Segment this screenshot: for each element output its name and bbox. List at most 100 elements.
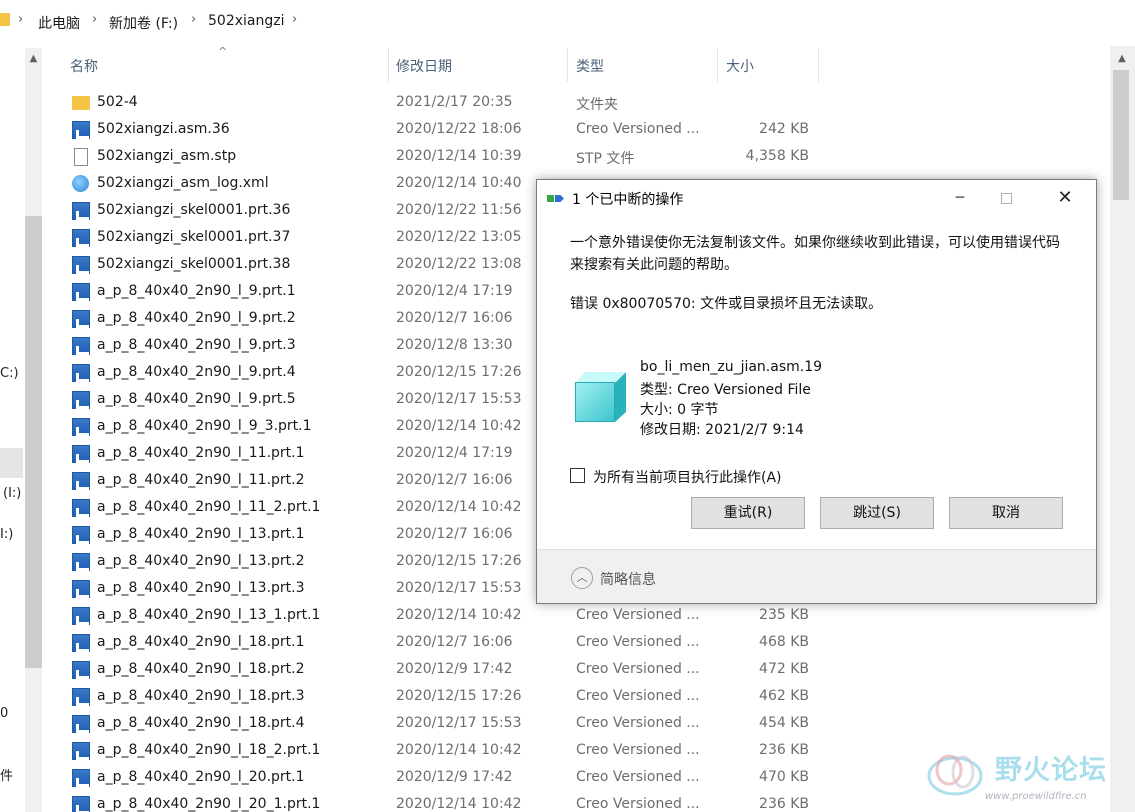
file-date: 2021/2/17 20:35	[396, 94, 513, 110]
file-size: 236 KB	[759, 796, 809, 812]
file-type: Creo Versioned ...	[576, 607, 700, 623]
file-size: 472 KB	[759, 661, 809, 677]
nav-item-drive-i[interactable]: (I:)	[3, 486, 21, 501]
apply-to-all-checkbox[interactable]	[570, 468, 585, 483]
nav-item-fragment[interactable]: 件	[0, 765, 13, 784]
file-size: 462 KB	[759, 688, 809, 704]
chevron-right-icon[interactable]: ›	[92, 12, 97, 27]
column-divider[interactable]	[388, 48, 389, 82]
minimize-button[interactable]: ─	[937, 182, 983, 214]
file-name: a_p_8_40x40_2n90_l_13.prt.3	[97, 580, 305, 596]
file-size: 4,358 KB	[745, 148, 809, 164]
column-header-date[interactable]: 修改日期	[396, 56, 452, 76]
file-date: 2020/12/7 16:06	[396, 310, 513, 326]
nav-item-drive-i-2[interactable]: I:)	[0, 527, 13, 542]
maximize-button[interactable]	[983, 182, 1029, 214]
file-row[interactable]: a_p_8_40x40_2n90_l_18.prt.1 2020/12/7 16:…	[64, 630, 824, 657]
file-date: 2020/12/14 10:42	[396, 607, 522, 623]
column-header-name[interactable]: 名称	[70, 56, 98, 76]
file-name: a_p_8_40x40_2n90_l_20_1.prt.1	[97, 796, 321, 812]
column-divider[interactable]	[717, 48, 718, 82]
column-divider[interactable]	[818, 48, 819, 82]
file-name: a_p_8_40x40_2n90_l_18.prt.4	[97, 715, 305, 731]
file-date: 2020/12/15 17:26	[396, 688, 522, 704]
file-date: 2020/12/9 17:42	[396, 661, 513, 677]
file-size: 470 KB	[759, 769, 809, 785]
nav-selected-item[interactable]	[0, 448, 23, 478]
creo-file-icon	[72, 418, 90, 436]
scroll-up-icon[interactable]: ▲	[1112, 50, 1132, 68]
file-type: Creo Versioned ...	[576, 769, 700, 785]
file-date: 2020/12/17 15:53	[396, 580, 522, 596]
file-date: 2020/12/14 10:42	[396, 418, 522, 434]
retry-button[interactable]: 重试(R)	[691, 497, 805, 529]
creo-file-icon	[72, 553, 90, 571]
watermark-text: 野火论坛	[995, 755, 1107, 786]
creo-file-icon	[72, 337, 90, 355]
scroll-up-icon[interactable]: ▲	[25, 50, 42, 67]
dialog-titlebar[interactable]: 1 个已中断的操作 ─ ✕	[537, 180, 1096, 216]
file-name: 502xiangzi_skel0001.prt.37	[97, 229, 291, 245]
file-date: 2020/12/7 16:06	[396, 472, 513, 488]
nav-scrollbar-thumb[interactable]	[25, 216, 42, 668]
file-type: Creo Versioned ...	[576, 688, 700, 704]
cancel-button[interactable]: 取消	[949, 497, 1063, 529]
vertical-scrollbar-thumb[interactable]	[1113, 70, 1129, 200]
file-name: 502xiangzi_asm.stp	[97, 148, 237, 164]
nav-item-drive-c[interactable]: C:)	[0, 366, 19, 381]
folder-icon	[0, 13, 10, 26]
close-button[interactable]: ✕	[1042, 182, 1088, 214]
creo-file-icon	[72, 256, 90, 274]
file-type: Creo Versioned ...	[576, 121, 700, 137]
column-header-size[interactable]: 大小	[726, 56, 754, 76]
breadcrumb-drive-f[interactable]: 新加卷 (F:)	[109, 13, 178, 33]
nav-item-fragment[interactable]: 0	[0, 706, 8, 721]
file-name: a_p_8_40x40_2n90_l_13.prt.2	[97, 553, 305, 569]
file-row[interactable]: a_p_8_40x40_2n90_l_13_1.prt.1 2020/12/14 …	[64, 603, 824, 630]
file-row[interactable]: 502xiangzi_asm.stp 2020/12/14 10:39 STP 文件…	[64, 144, 824, 171]
creo-file-icon	[72, 472, 90, 490]
address-bar[interactable]: › 此电脑 › 新加卷 (F:) › 502xiangzi ›	[0, 0, 1135, 46]
fewer-details-toggle[interactable]: 简略信息	[600, 569, 656, 589]
creo-file-icon	[72, 310, 90, 328]
file-row[interactable]: a_p_8_40x40_2n90_l_18.prt.4 2020/12/17 15…	[64, 711, 824, 738]
column-header-type[interactable]: 类型	[576, 56, 604, 76]
breadcrumb-this-pc[interactable]: 此电脑	[38, 13, 80, 33]
file-name: 502xiangzi_asm_log.xml	[97, 175, 269, 191]
chevron-right-icon[interactable]: ›	[191, 12, 196, 27]
creo-file-icon	[72, 391, 90, 409]
file-type: Creo Versioned ...	[576, 661, 700, 677]
file-row[interactable]: 502xiangzi.asm.36 2020/12/22 18:06 Creo Ve…	[64, 117, 824, 144]
skip-button[interactable]: 跳过(S)	[820, 497, 934, 529]
file-size: 242 KB	[759, 121, 809, 137]
watermark-url: www.proewildfire.cn	[985, 791, 1087, 802]
chevron-up-icon[interactable]: ︿	[571, 567, 593, 589]
file-date: 2020/12/14 10:42	[396, 499, 522, 515]
file-type: Creo Versioned ...	[576, 742, 700, 758]
creo-file-icon	[72, 283, 90, 301]
file-size: 468 KB	[759, 634, 809, 650]
creo-file-icon	[72, 742, 90, 760]
file-date: 2020/12/15 17:26	[396, 364, 522, 380]
chevron-right-icon: ›	[18, 12, 24, 27]
breadcrumb-502xiangzi[interactable]: 502xiangzi	[208, 13, 284, 29]
chevron-right-icon[interactable]: ›	[292, 12, 297, 27]
file-name: a_p_8_40x40_2n90_l_9_3.prt.1	[97, 418, 312, 434]
creo-file-icon	[72, 445, 90, 463]
column-divider[interactable]	[567, 48, 568, 82]
file-row[interactable]: a_p_8_40x40_2n90_l_18.prt.2 2020/12/9 17:…	[64, 657, 824, 684]
file-row[interactable]: a_p_8_40x40_2n90_l_18_2.prt.1 2020/12/14 …	[64, 738, 824, 765]
file-size: 236 KB	[759, 742, 809, 758]
file-row[interactable]: a_p_8_40x40_2n90_l_18.prt.3 2020/12/15 17…	[64, 684, 824, 711]
file-row[interactable]: 502-4 2021/2/17 20:35 文件夹	[64, 90, 824, 117]
creo-file-icon	[72, 769, 90, 787]
file-name: a_p_8_40x40_2n90_l_9.prt.1	[97, 283, 296, 299]
file-date: 2020/12/22 18:06	[396, 121, 522, 137]
creo-file-icon	[72, 526, 90, 544]
creo-file-icon	[72, 202, 90, 220]
file-name: a_p_8_40x40_2n90_l_18_2.prt.1	[97, 742, 321, 758]
file-date: 2020/12/7 16:06	[396, 526, 513, 542]
file-row[interactable]: a_p_8_40x40_2n90_l_20_1.prt.1 2020/12/14 …	[64, 792, 824, 812]
apply-to-all-label[interactable]: 为所有当前项目执行此操作(A)	[593, 467, 782, 487]
file-row[interactable]: a_p_8_40x40_2n90_l_20.prt.1 2020/12/9 17:…	[64, 765, 824, 792]
